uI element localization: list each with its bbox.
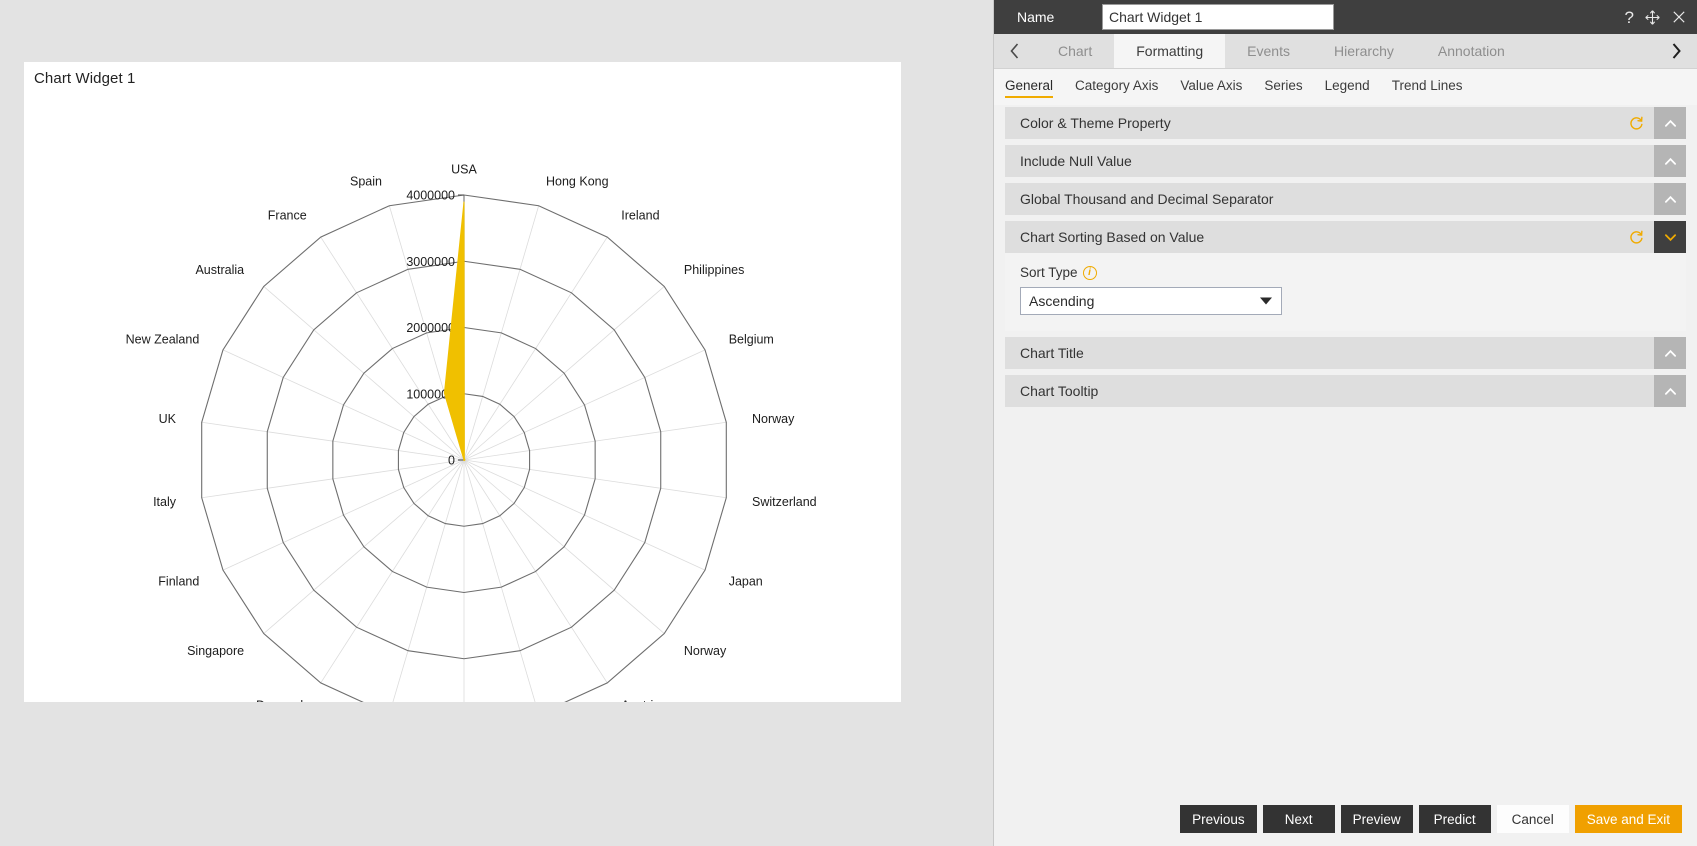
accordion-body: Sort Type i Ascending — [1005, 253, 1686, 331]
accordion-section: Global Thousand and Decimal Separator — [1005, 183, 1686, 215]
category-axis-label: Denmark — [256, 698, 307, 702]
sort-type-select[interactable]: Ascending — [1020, 287, 1282, 315]
chevron-up-icon[interactable] — [1654, 337, 1686, 369]
tab-annotation[interactable]: Annotation — [1416, 34, 1527, 68]
category-axis-label: Italy — [153, 495, 177, 509]
radar-chart[interactable]: 01000000200000030000004000000USAHong Kon… — [24, 90, 901, 702]
category-axis-label: Switzerland — [752, 495, 817, 509]
properties-panel: Name ? — [993, 0, 1697, 846]
value-axis-tick: 2000000 — [406, 321, 455, 335]
subtab-value-axis[interactable]: Value Axis — [1180, 78, 1242, 96]
value-axis-tick: 0 — [448, 454, 455, 468]
chevron-up-icon[interactable] — [1654, 183, 1686, 215]
accordion-list: Color & Theme Property Include Null Valu… — [1005, 107, 1686, 413]
tab-label: Chart — [1058, 43, 1093, 59]
accordion-header-chart-tooltip[interactable]: Chart Tooltip — [1005, 375, 1686, 407]
category-axis-label: UK — [159, 412, 177, 426]
chevron-down-icon[interactable] — [1260, 297, 1272, 305]
tab-label: Formatting — [1136, 43, 1204, 59]
sort-type-label: Sort Type i — [1020, 265, 1686, 280]
subtab-general[interactable]: General — [1005, 78, 1054, 98]
accordion-title: Chart Sorting Based on Value — [1020, 229, 1205, 245]
category-axis-label: Singapore — [187, 644, 244, 658]
category-axis-label: Japan — [729, 574, 763, 588]
category-axis-label: France — [268, 209, 307, 223]
chevron-up-icon[interactable] — [1654, 145, 1686, 177]
preview-button[interactable]: Preview — [1340, 805, 1413, 833]
tab-chart[interactable]: Chart — [1036, 34, 1114, 68]
info-icon[interactable]: i — [1082, 265, 1097, 280]
chevron-up-icon[interactable] — [1654, 107, 1686, 139]
chevron-up-icon[interactable] — [1654, 375, 1686, 407]
accordion-section: Chart Tooltip — [1005, 375, 1686, 407]
accordion-header-chart-title[interactable]: Chart Title — [1005, 337, 1686, 369]
accordion-header-include-null-value[interactable]: Include Null Value — [1005, 145, 1686, 177]
category-axis-label: Australia — [195, 263, 244, 277]
tab-events[interactable]: Events — [1225, 34, 1312, 68]
help-icon[interactable]: ? — [1625, 9, 1634, 26]
tab-bar: Chart Formatting Events Hierarchy Annotation — [994, 34, 1697, 69]
subtab-bar: General Category Axis Value Axis Series Lege… — [994, 69, 1697, 105]
tabs-next-arrow[interactable] — [1655, 34, 1697, 68]
subtab-series[interactable]: Series — [1264, 78, 1302, 96]
accordion-section: Chart Sorting Based on Value Sort Type i A… — [1005, 221, 1686, 331]
accordion-header-chart-sorting-based-on-value[interactable]: Chart Sorting Based on Value — [1005, 221, 1686, 253]
subtab-trend-lines[interactable]: Trend Lines — [1392, 78, 1463, 96]
chart-widget-card[interactable]: Chart Widget 1 0 1000000 2000000 3000000 400… — [24, 62, 901, 702]
refresh-icon[interactable] — [1628, 229, 1644, 245]
panel-header: Name ? — [994, 0, 1697, 34]
accordion-title: Color & Theme Property — [1020, 115, 1171, 131]
widget-name-input[interactable] — [1102, 4, 1334, 30]
category-axis-label: Norway — [752, 412, 795, 426]
accordion-section: Color & Theme Property — [1005, 107, 1686, 139]
tab-hierarchy[interactable]: Hierarchy — [1312, 34, 1416, 68]
category-axis-label: Austria — [621, 698, 660, 702]
next-button[interactable]: Next — [1262, 805, 1335, 833]
accordion-section: Chart Title — [1005, 337, 1686, 369]
tab-label: Events — [1247, 43, 1290, 59]
category-axis-label: Belgium — [729, 333, 774, 347]
category-axis-label: Spain — [350, 174, 382, 188]
category-axis-label: Ireland — [621, 209, 659, 223]
previous-button[interactable]: Previous — [1180, 805, 1257, 833]
category-axis-label: Hong Kong — [546, 174, 609, 188]
accordion-title: Chart Title — [1020, 345, 1084, 361]
tab-label: Annotation — [1437, 43, 1505, 59]
accordion-header-color-theme-property[interactable]: Color & Theme Property — [1005, 107, 1686, 139]
tab-label: Hierarchy — [1333, 43, 1394, 59]
footer-button-bar: Previous Next Preview Predict Cancel Save and… — [1180, 805, 1682, 833]
accordion-section: Include Null Value — [1005, 145, 1686, 177]
tabs-list: Chart Formatting Events Hierarchy Annotation — [1036, 34, 1655, 68]
save-and-exit-button[interactable]: Save and Exit — [1574, 805, 1682, 833]
accordion-title: Global Thousand and Decimal Separator — [1020, 191, 1274, 207]
subtab-legend[interactable]: Legend — [1325, 78, 1370, 96]
name-label: Name — [1017, 9, 1055, 25]
accordion-title: Include Null Value — [1020, 153, 1132, 169]
category-axis-label: Norway — [684, 644, 727, 658]
category-axis-label: Philippines — [684, 263, 744, 277]
subtab-category-axis[interactable]: Category Axis — [1075, 78, 1158, 96]
accordion-title: Chart Tooltip — [1020, 383, 1099, 399]
move-icon[interactable] — [1644, 9, 1661, 26]
tab-formatting[interactable]: Formatting — [1114, 34, 1226, 68]
close-icon[interactable] — [1671, 9, 1687, 25]
category-axis-label: Finland — [158, 574, 199, 588]
value-axis-tick: 4000000 — [406, 189, 455, 203]
value-axis-tick: 3000000 — [406, 255, 455, 269]
chevron-down-icon[interactable] — [1654, 221, 1686, 253]
tabs-prev-arrow[interactable] — [994, 34, 1036, 68]
sort-type-label-text: Sort Type — [1020, 265, 1078, 280]
design-canvas: Chart Widget 1 0 1000000 2000000 3000000 400… — [0, 0, 993, 846]
predict-button[interactable]: Predict — [1418, 805, 1491, 833]
cancel-button[interactable]: Cancel — [1496, 805, 1569, 833]
refresh-icon[interactable] — [1628, 115, 1644, 131]
category-axis-label: New Zealand — [126, 333, 200, 347]
category-axis-label: USA — [451, 163, 477, 177]
accordion-header-global-thousand-and-decimal-separator[interactable]: Global Thousand and Decimal Separator — [1005, 183, 1686, 215]
widget-title: Chart Widget 1 — [34, 70, 136, 87]
sort-type-value: Ascending — [1029, 293, 1095, 309]
